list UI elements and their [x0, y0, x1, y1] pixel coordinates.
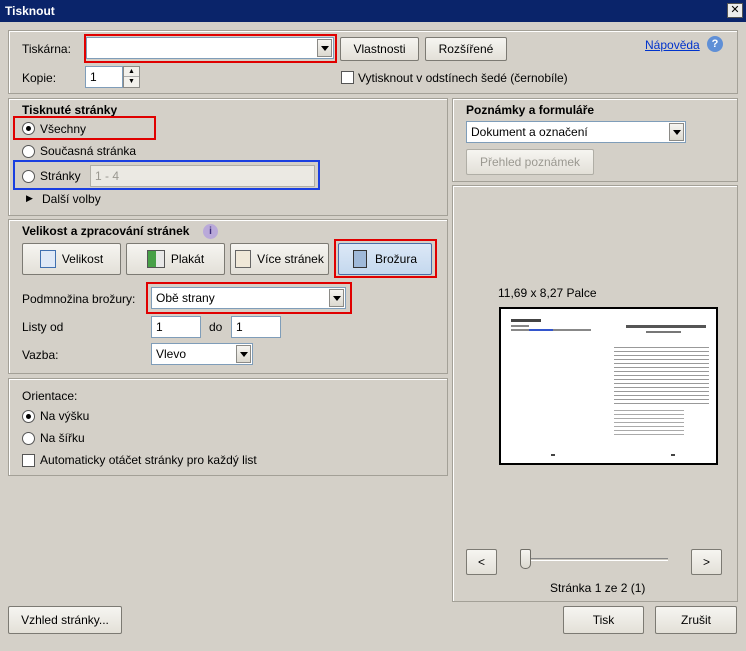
page-range-input[interactable]: 1 - 4: [90, 165, 315, 187]
page-slider-handle[interactable]: [520, 549, 531, 569]
radio-landscape-label: Na šířku: [40, 431, 85, 445]
poster-button[interactable]: Plakát: [126, 243, 225, 275]
help-icon[interactable]: ?: [707, 36, 723, 52]
booklet-icon: [352, 250, 367, 268]
size-button[interactable]: Velikost: [22, 243, 121, 275]
size-icon: [39, 250, 56, 268]
comments-header: Poznámky a formuláře: [466, 103, 595, 117]
page-setup-button[interactable]: Vzhled stránky...: [8, 606, 122, 634]
page-slider-track[interactable]: [521, 558, 668, 561]
copies-label: Kopie:: [22, 71, 57, 85]
printer-select[interactable]: [86, 37, 334, 59]
multiple-pages-icon: [235, 250, 252, 268]
window-title: Tisknout: [5, 4, 55, 18]
summarize-comments-button[interactable]: Přehled poznámek: [466, 149, 594, 175]
preview-heading: [511, 319, 541, 322]
sheets-from-field[interactable]: 1: [151, 316, 201, 338]
booklet-subset-label: Podmnožina brožury:: [22, 292, 136, 306]
copies-field[interactable]: 1: [85, 66, 123, 88]
radio-all[interactable]: [22, 122, 35, 135]
chevron-down-icon: [329, 289, 344, 307]
booklet-subset-select[interactable]: Obě strany: [151, 287, 346, 309]
preview-text-line: [511, 325, 529, 327]
stepper-up-icon[interactable]: ▲: [124, 67, 139, 77]
radio-current[interactable]: [22, 145, 35, 158]
radio-current-label: Současná stránka: [40, 144, 137, 158]
preview-footer-line: [671, 454, 675, 456]
sheets-to-field[interactable]: 1: [231, 316, 281, 338]
next-page-button[interactable]: >: [691, 549, 722, 575]
prev-page-button[interactable]: <: [466, 549, 497, 575]
binding-select[interactable]: Vlevo: [151, 343, 253, 365]
chevron-down-icon: [317, 39, 332, 57]
binding-label: Vazba:: [22, 348, 59, 362]
preview-link-line: [529, 329, 553, 331]
chevron-down-icon: [669, 123, 684, 141]
preview-right-heading: [626, 325, 706, 328]
paper-size-label: 11,69 x 8,27 Palce: [498, 286, 597, 300]
radio-landscape[interactable]: [22, 432, 35, 445]
page-preview: [499, 307, 718, 465]
page-indicator: Stránka 1 ze 2 (1): [550, 581, 646, 595]
radio-all-label: Všechny: [40, 122, 87, 136]
grayscale-label: Vytisknout v odstínech šedé (černobíle): [358, 71, 568, 85]
chevron-down-icon: [236, 345, 251, 363]
properties-button[interactable]: Vlastnosti: [340, 37, 419, 61]
title-bar: Tisknout: [0, 0, 746, 22]
preview-right-block: [614, 344, 709, 404]
print-button[interactable]: Tisk: [563, 606, 644, 634]
grayscale-checkbox[interactable]: [341, 71, 354, 84]
cancel-button[interactable]: Zrušit: [655, 606, 737, 634]
comments-select[interactable]: Dokument a označení: [466, 121, 686, 143]
booklet-button[interactable]: Brožura: [338, 243, 432, 275]
radio-portrait-label: Na výšku: [40, 409, 90, 423]
preview-right-block: [614, 407, 684, 435]
multiple-pages-button[interactable]: Více stránek: [230, 243, 329, 275]
sizing-header: Velikost a zpracování stránek: [22, 224, 190, 238]
copies-stepper[interactable]: ▲ ▼: [123, 66, 140, 88]
radio-range[interactable]: [22, 170, 35, 183]
preview-footer-line: [551, 454, 555, 456]
auto-rotate-label: Automaticky otáčet stránky pro každý lis…: [40, 453, 257, 467]
poster-icon: [146, 250, 165, 268]
auto-rotate-checkbox[interactable]: [22, 454, 35, 467]
sheets-from-label: Listy od: [22, 320, 64, 334]
expand-triangle-icon[interactable]: ▶: [26, 193, 33, 204]
sheets-to-label: do: [209, 320, 223, 334]
orientation-header: Orientace:: [22, 389, 78, 403]
help-link[interactable]: Nápověda: [645, 38, 700, 52]
printer-label: Tiskárna:: [22, 42, 71, 56]
preview-right-subheading: [646, 331, 681, 333]
info-icon[interactable]: i: [203, 224, 218, 239]
pages-header: Tisknuté stránky: [22, 103, 118, 117]
close-icon[interactable]: ✕: [727, 3, 743, 18]
advanced-button[interactable]: Rozšířené: [425, 37, 507, 61]
more-options-label[interactable]: Další volby: [42, 192, 101, 206]
stepper-down-icon[interactable]: ▼: [124, 77, 139, 87]
radio-portrait[interactable]: [22, 410, 35, 423]
radio-range-label: Stránky: [40, 169, 81, 183]
